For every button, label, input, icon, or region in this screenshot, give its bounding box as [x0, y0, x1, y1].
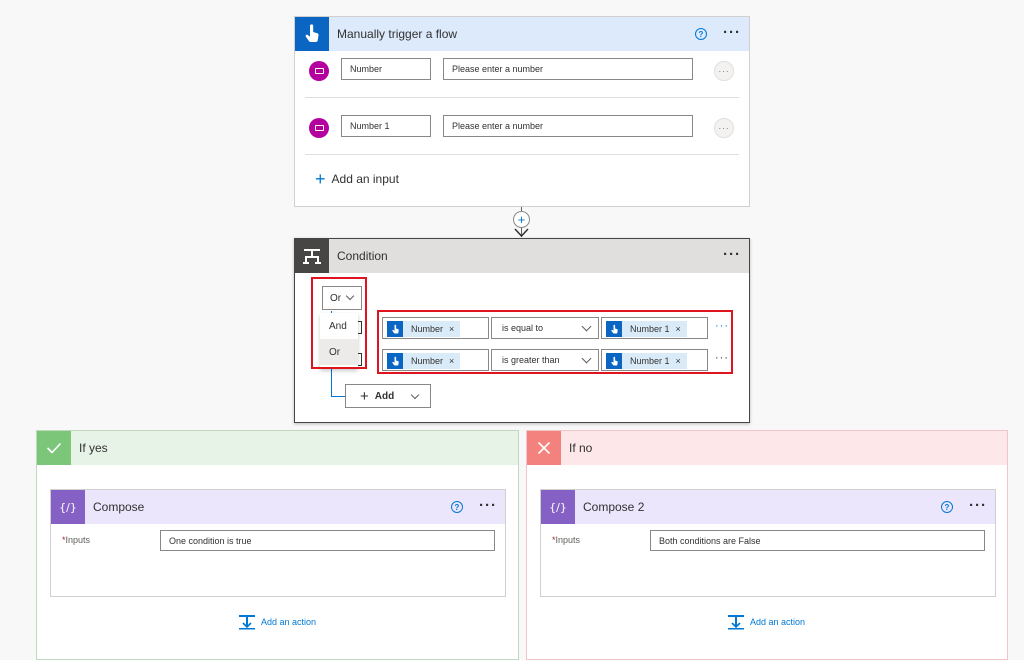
input-name-field[interactable]: Number 1 [341, 115, 431, 137]
compose-2-card: {∕} Compose 2 ? ··· *Inputs Both conditi… [540, 489, 996, 597]
input-placeholder-field[interactable]: Please enter a number [443, 115, 693, 137]
if-no-branch: If no {∕} Compose 2 ? ··· *Inputs Both c… [526, 430, 1008, 660]
compose-2-help-icon[interactable]: ? [941, 501, 953, 513]
if-yes-header[interactable]: If yes [37, 431, 518, 465]
close-icon-box [527, 431, 561, 465]
if-yes-title: If yes [79, 441, 108, 455]
condition-icon-box [295, 239, 329, 273]
input-name-field[interactable]: Number [341, 58, 431, 80]
compose-2-inputs-field[interactable]: Both conditions are False [650, 530, 985, 551]
close-icon [537, 441, 551, 455]
compose-2-title: Compose 2 [583, 500, 645, 514]
trigger-card: Manually trigger a flow ? ··· Number Ple… [294, 16, 750, 207]
plus-icon: + [315, 169, 326, 189]
tree-line [331, 396, 345, 397]
input-type-icon [309, 61, 329, 81]
compose-help-icon[interactable]: ? [451, 501, 463, 513]
svg-text:{∕}: {∕} [549, 501, 567, 514]
trigger-more-icon[interactable]: ··· [723, 25, 741, 40]
add-action-button[interactable]: Add an action [238, 614, 316, 630]
condition-title: Condition [337, 249, 388, 263]
divider [305, 154, 739, 155]
compose-title: Compose [93, 500, 145, 514]
compose-inputs-field[interactable]: One condition is true [160, 530, 495, 551]
input-type-icon [309, 118, 329, 138]
compose-card: {∕} Compose ? ··· *Inputs One condition … [50, 489, 506, 597]
add-condition-label: Add [374, 390, 395, 402]
operator-highlight-box [311, 277, 367, 369]
condition-icon [303, 249, 321, 264]
compose-more-icon[interactable]: ··· [479, 498, 497, 513]
rows-highlight-box [377, 310, 733, 374]
compose-curly-braces-icon: {∕} [59, 501, 77, 514]
condition-more-icon[interactable]: ··· [723, 247, 741, 262]
compose-icon-box: {∕} [51, 490, 85, 524]
trigger-icon-box [295, 17, 329, 51]
if-yes-branch: If yes {∕} Compose ? ··· *Inputs One con… [36, 430, 519, 660]
if-no-title: If no [569, 441, 593, 455]
condition-card: Condition ··· Or And Or Number × is equa… [294, 238, 750, 423]
if-no-header[interactable]: If no [527, 431, 1007, 465]
add-condition-button[interactable]: + Add [345, 384, 431, 408]
compose-header[interactable]: {∕} Compose ? ··· [51, 490, 505, 524]
check-icon-box [37, 431, 71, 465]
check-icon [46, 442, 62, 454]
chevron-down-icon [410, 390, 420, 400]
trigger-title: Manually trigger a flow [337, 27, 458, 41]
trigger-header[interactable]: Manually trigger a flow ? ··· [295, 17, 749, 51]
add-input-label: Add an input [331, 172, 399, 186]
add-action-label: Add an action [750, 617, 806, 627]
touch-hand-icon [305, 24, 319, 43]
arrow-down-icon [514, 228, 529, 238]
input-placeholder-field[interactable]: Please enter a number [443, 58, 693, 80]
inputs-label: *Inputs [62, 535, 91, 545]
plus-icon: + [360, 387, 369, 405]
add-action-icon [728, 615, 744, 630]
divider [305, 97, 739, 98]
plus-icon: + [517, 212, 526, 227]
compose-icon-box: {∕} [541, 490, 575, 524]
compose-2-more-icon[interactable]: ··· [969, 498, 987, 513]
svg-text:{∕}: {∕} [59, 501, 77, 514]
add-action-button[interactable]: Add an action [727, 614, 805, 630]
add-action-icon [239, 615, 255, 630]
trigger-help-icon[interactable]: ? [695, 28, 707, 40]
compose-curly-braces-icon: {∕} [549, 501, 567, 514]
input-more-icon[interactable]: ··· [714, 118, 734, 138]
compose-2-header[interactable]: {∕} Compose 2 ? ··· [541, 490, 995, 524]
add-action-label: Add an action [261, 617, 317, 627]
condition-header[interactable]: Condition ··· [295, 239, 749, 273]
add-input-button[interactable]: + Add an input [315, 169, 399, 189]
input-more-icon[interactable]: ··· [714, 61, 734, 81]
inputs-label: *Inputs [552, 535, 581, 545]
insert-step-button[interactable]: + [513, 211, 530, 228]
